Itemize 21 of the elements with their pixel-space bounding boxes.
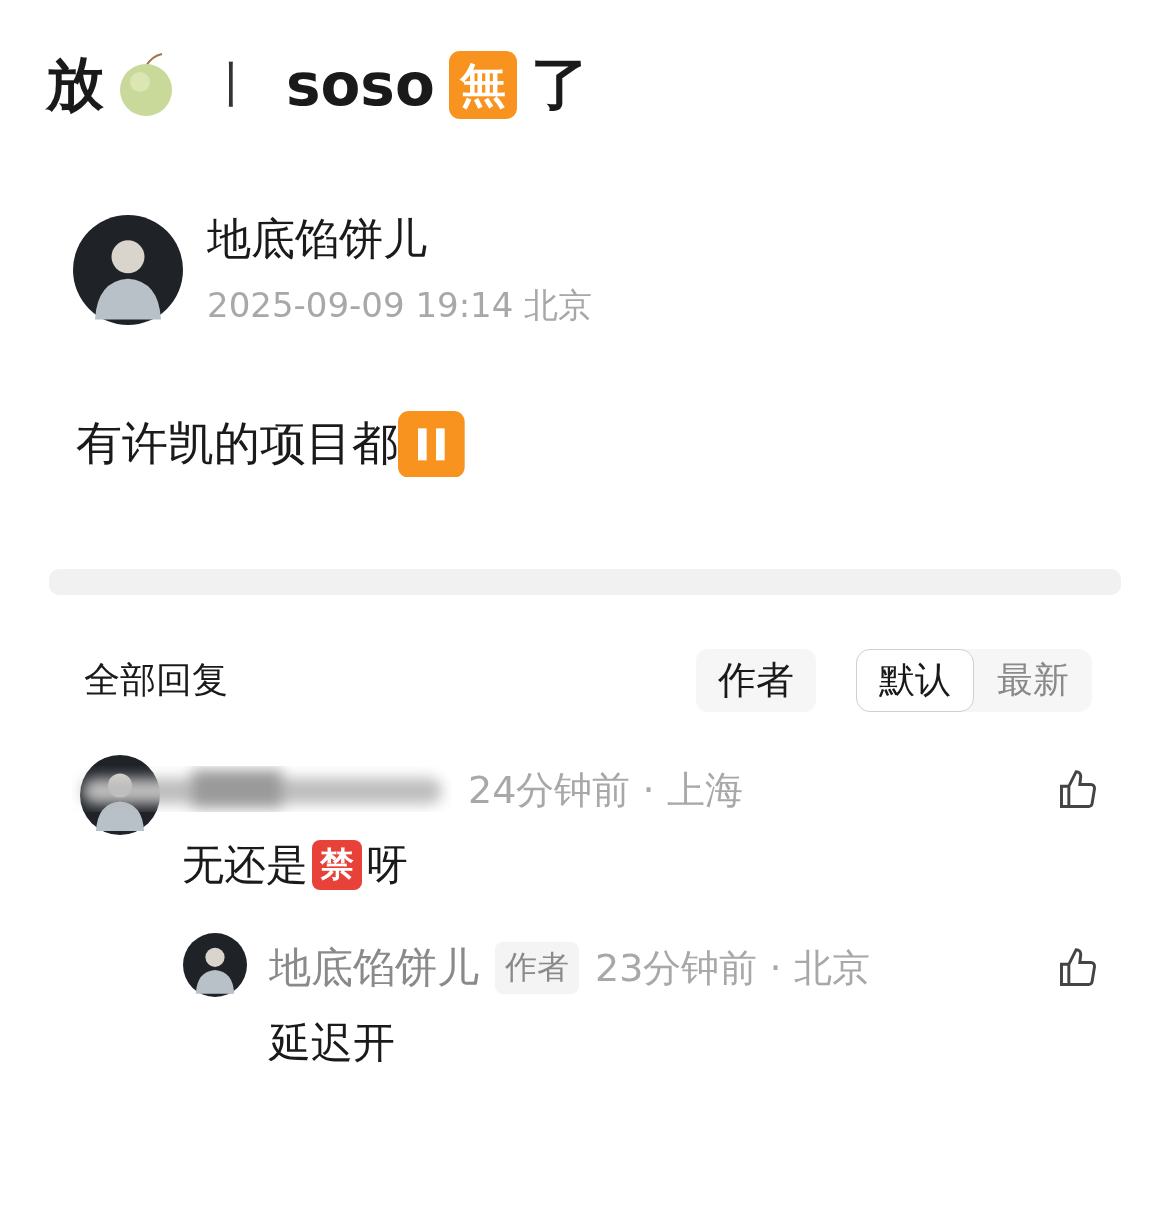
comment-meta: 23分钟前 · 北京 (595, 944, 870, 992)
emoji-badge: 無 (448, 51, 517, 119)
title-separator: 丨 (208, 55, 256, 114)
text: 呀 (366, 839, 409, 891)
avatar[interactable] (183, 933, 247, 997)
author-filter-button[interactable]: 作者 (696, 648, 816, 712)
text: 有许凯的项目都 (76, 415, 398, 472)
text: 无还是 (182, 839, 308, 891)
pause-icon (398, 410, 465, 478)
sort-tab[interactable]: 默认 (856, 648, 974, 712)
section-title: 全部回复 (84, 657, 229, 702)
title-text: soso (286, 51, 435, 119)
author-tag: 作者 (495, 942, 579, 994)
title-text: 放 (46, 49, 104, 120)
text: 延迟开 (269, 1017, 395, 1069)
emoji-badge: 禁 (312, 839, 363, 891)
avatar[interactable] (73, 214, 183, 325)
author-name[interactable]: 地底馅饼儿 (207, 210, 593, 269)
comment-meta: 24分钟前 · 上海 (468, 766, 743, 814)
post-meta: 2025-09-09 19:14 北京 (207, 284, 593, 327)
title-text: 了 (530, 49, 589, 120)
